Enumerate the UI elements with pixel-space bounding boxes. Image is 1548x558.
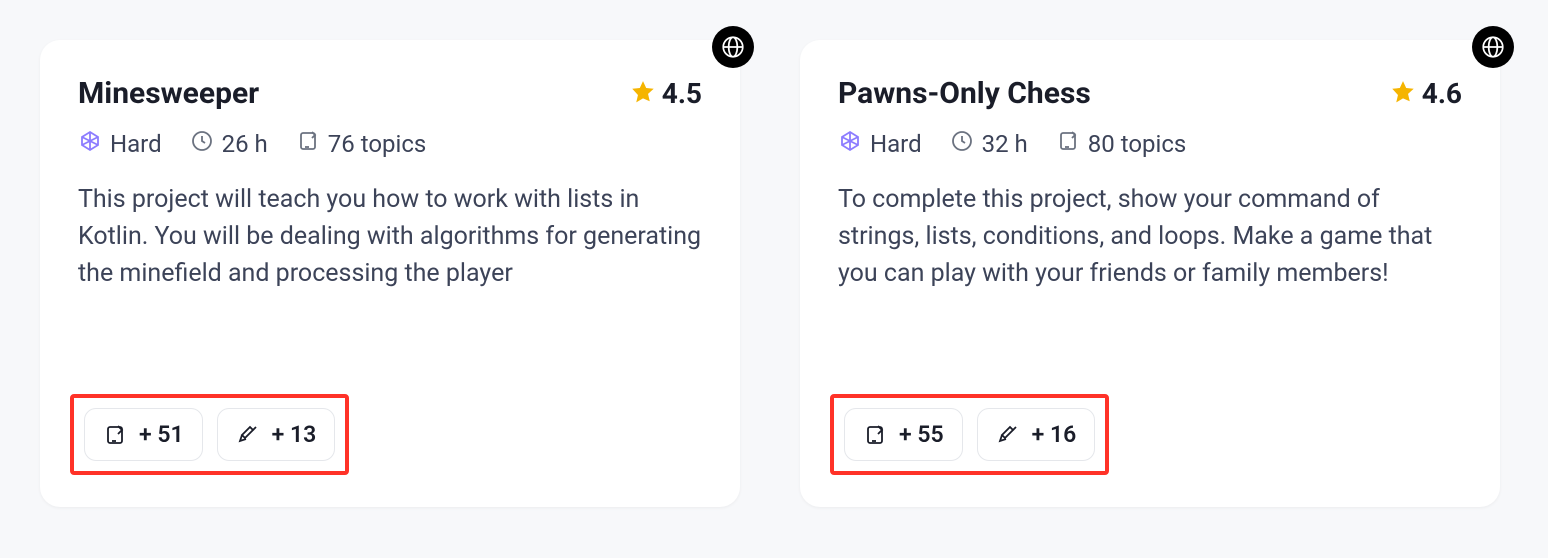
duration: 32 h: [950, 129, 1028, 159]
star-icon: [630, 79, 656, 109]
difficulty: Hard: [78, 129, 162, 159]
projects-pill[interactable]: + 13: [217, 408, 336, 461]
difficulty-label: Hard: [870, 130, 922, 158]
rating: 4.5: [630, 77, 702, 110]
difficulty-icon: [78, 129, 102, 159]
project-title: Minesweeper: [78, 76, 259, 111]
highlighted-pills: + 55 + 16: [830, 394, 1109, 475]
project-card[interactable]: Pawns-Only Chess 4.6 Hard 32 h: [800, 40, 1500, 507]
topics-pill[interactable]: + 55: [844, 408, 963, 461]
project-title: Pawns-Only Chess: [838, 76, 1091, 111]
meta-row: Hard 26 h 76 topics: [78, 129, 702, 159]
highlighted-pills: + 51 + 13: [70, 394, 349, 475]
clock-icon: [190, 129, 214, 159]
topics: 80 topics: [1056, 129, 1187, 159]
topics: 76 topics: [296, 129, 427, 159]
notebook-icon: [1056, 129, 1080, 159]
difficulty: Hard: [838, 129, 922, 159]
globe-badge-icon: [712, 26, 754, 68]
projects-pill-label: + 16: [1032, 421, 1077, 448]
difficulty-label: Hard: [110, 130, 162, 158]
project-description: This project will teach you how to work …: [78, 181, 702, 366]
rating-value: 4.5: [662, 77, 702, 110]
card-header: Minesweeper 4.5: [78, 76, 702, 111]
topics-pill-label: + 55: [899, 421, 944, 448]
star-icon: [1390, 79, 1416, 109]
duration-label: 26 h: [222, 130, 268, 158]
difficulty-icon: [838, 129, 862, 159]
notebook-icon: [296, 129, 320, 159]
topics-pill-label: + 51: [139, 421, 184, 448]
project-card[interactable]: Minesweeper 4.5 Hard 26 h: [40, 40, 740, 507]
duration-label: 32 h: [982, 130, 1028, 158]
card-header: Pawns-Only Chess 4.6: [838, 76, 1462, 111]
duration: 26 h: [190, 129, 268, 159]
globe-badge-icon: [1472, 26, 1514, 68]
clock-icon: [950, 129, 974, 159]
topics-label: 80 topics: [1088, 130, 1187, 158]
topics-pill[interactable]: + 51: [84, 408, 203, 461]
rating-value: 4.6: [1422, 77, 1462, 110]
rating: 4.6: [1390, 77, 1462, 110]
project-description: To complete this project, show your comm…: [838, 181, 1462, 366]
topics-label: 76 topics: [328, 130, 427, 158]
projects-pill-label: + 13: [272, 421, 317, 448]
projects-pill[interactable]: + 16: [977, 408, 1096, 461]
meta-row: Hard 32 h 80 topics: [838, 129, 1462, 159]
cards-container: Minesweeper 4.5 Hard 26 h: [40, 40, 1508, 507]
